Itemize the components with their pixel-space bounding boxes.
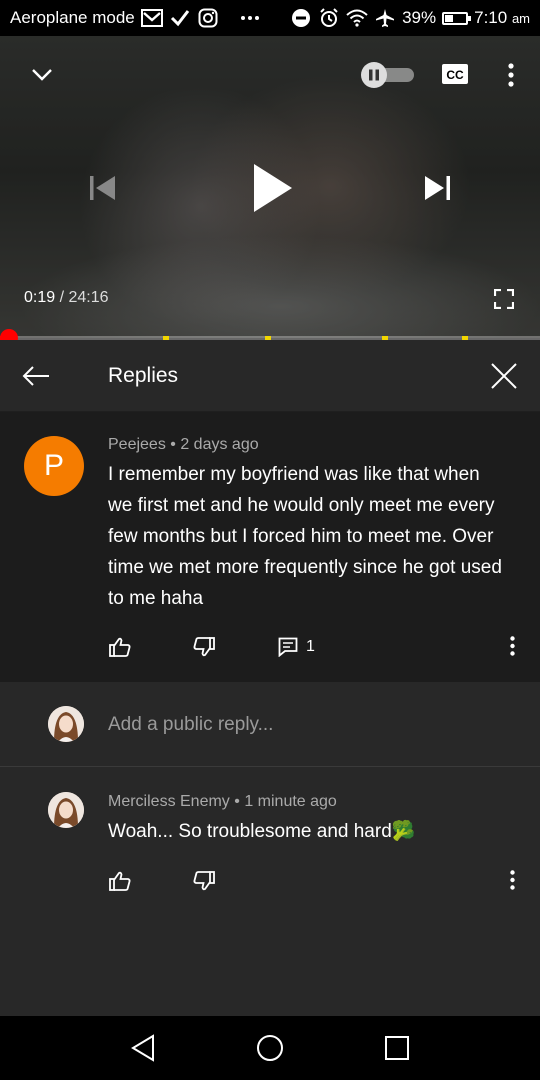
autoplay-toggle[interactable] bbox=[358, 62, 416, 88]
recents-square-icon[interactable] bbox=[373, 1024, 421, 1072]
top-comment: P Peejees • 2 days ago I remember my boy… bbox=[0, 412, 540, 682]
battery-icon bbox=[442, 11, 472, 25]
more-dots-icon bbox=[239, 7, 261, 29]
home-circle-icon[interactable] bbox=[246, 1024, 294, 1072]
more-vert-icon[interactable] bbox=[500, 60, 522, 90]
avatar[interactable]: P bbox=[24, 436, 84, 496]
add-reply-row[interactable]: Add a public reply... bbox=[0, 682, 540, 767]
collapse-chevron-icon[interactable] bbox=[22, 60, 62, 90]
close-icon[interactable] bbox=[468, 340, 540, 412]
duration: 24:16 bbox=[68, 289, 109, 306]
like-icon[interactable] bbox=[108, 869, 132, 893]
comment-meta: Peejees • 2 days ago bbox=[108, 436, 259, 453]
comment-author[interactable]: Merciless Enemy bbox=[108, 793, 230, 810]
comment-actions: 1 bbox=[108, 633, 315, 661]
comment-text: Woah... So troublesome and hard🥦 bbox=[108, 821, 416, 842]
replies-title: Replies bbox=[108, 363, 179, 387]
previous-icon[interactable] bbox=[86, 172, 118, 204]
status-bar: Aeroplane mode 39% 7:10 am bbox=[0, 0, 540, 36]
like-icon[interactable] bbox=[108, 635, 132, 659]
back-triangle-icon[interactable] bbox=[119, 1024, 167, 1072]
dislike-icon[interactable] bbox=[192, 635, 216, 659]
airplane-mode-label: Aeroplane mode bbox=[10, 8, 135, 27]
alarm-icon bbox=[318, 7, 340, 29]
comment-actions bbox=[108, 867, 216, 895]
do-not-disturb-icon bbox=[290, 7, 312, 29]
time-display: 0:19 / 24:16 bbox=[24, 289, 109, 306]
comment-age: 2 days ago bbox=[180, 436, 259, 453]
svg-text:CC: CC bbox=[446, 68, 464, 82]
back-arrow-icon[interactable] bbox=[0, 340, 72, 412]
comment-more-icon[interactable] bbox=[502, 634, 522, 658]
play-icon[interactable] bbox=[246, 160, 298, 216]
instagram-icon bbox=[197, 7, 219, 29]
wifi-icon bbox=[346, 7, 368, 29]
cc-icon[interactable]: CC bbox=[440, 62, 470, 86]
gmail-icon bbox=[140, 7, 163, 29]
airplane-icon bbox=[374, 7, 396, 29]
comment-more-icon[interactable] bbox=[502, 868, 522, 892]
reply-icon[interactable] bbox=[276, 635, 300, 659]
current-time: 0:19 bbox=[24, 289, 56, 306]
reply-comment: Merciless Enemy • 1 minute ago Woah... S… bbox=[0, 768, 540, 1014]
comment-author[interactable]: Peejees bbox=[108, 436, 166, 453]
fullscreen-icon[interactable] bbox=[492, 288, 516, 310]
video-player[interactable]: CC 0:19 / 24:16 bbox=[0, 36, 540, 338]
reply-input[interactable]: Add a public reply... bbox=[108, 714, 273, 736]
clock: 7:10 am bbox=[474, 8, 530, 27]
dislike-icon[interactable] bbox=[192, 869, 216, 893]
comment-text: I remember my boyfriend was like that wh… bbox=[108, 464, 502, 609]
avatar bbox=[48, 706, 84, 742]
reply-count: 1 bbox=[306, 638, 315, 655]
replies-header: Replies bbox=[0, 340, 540, 412]
next-icon[interactable] bbox=[422, 172, 454, 204]
battery-percent: 39% bbox=[402, 8, 437, 27]
avatar[interactable] bbox=[48, 792, 84, 828]
comment-age: 1 minute ago bbox=[244, 793, 337, 810]
system-nav-bar bbox=[0, 1016, 540, 1080]
check-icon bbox=[169, 7, 191, 29]
comment-meta: Merciless Enemy • 1 minute ago bbox=[108, 793, 337, 810]
